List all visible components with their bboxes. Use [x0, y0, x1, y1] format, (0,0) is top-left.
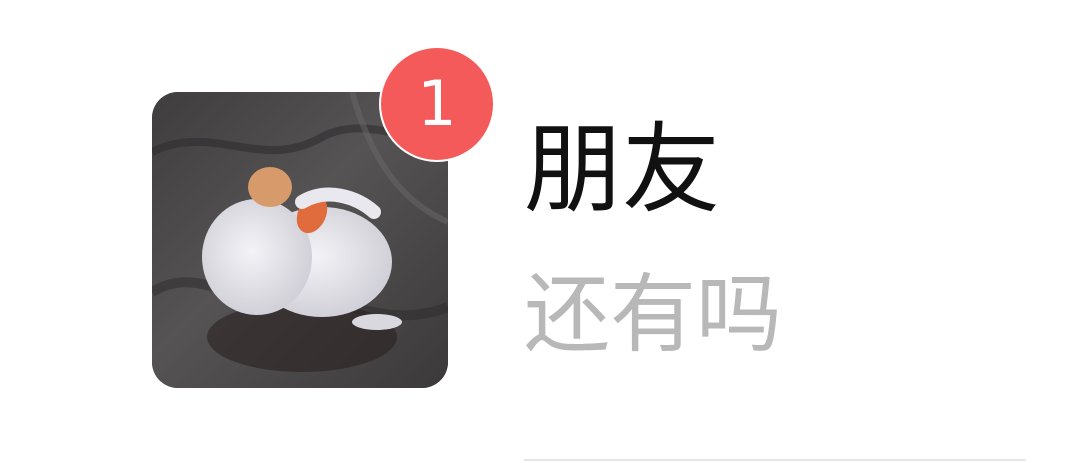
- unread-badge: 1: [381, 48, 493, 160]
- divider: [524, 459, 1026, 461]
- contact-name: 朋友: [524, 113, 721, 227]
- conversation-list-item[interactable]: 1 朋友 还有吗: [0, 0, 1080, 463]
- last-message-preview: 还有吗: [524, 265, 782, 365]
